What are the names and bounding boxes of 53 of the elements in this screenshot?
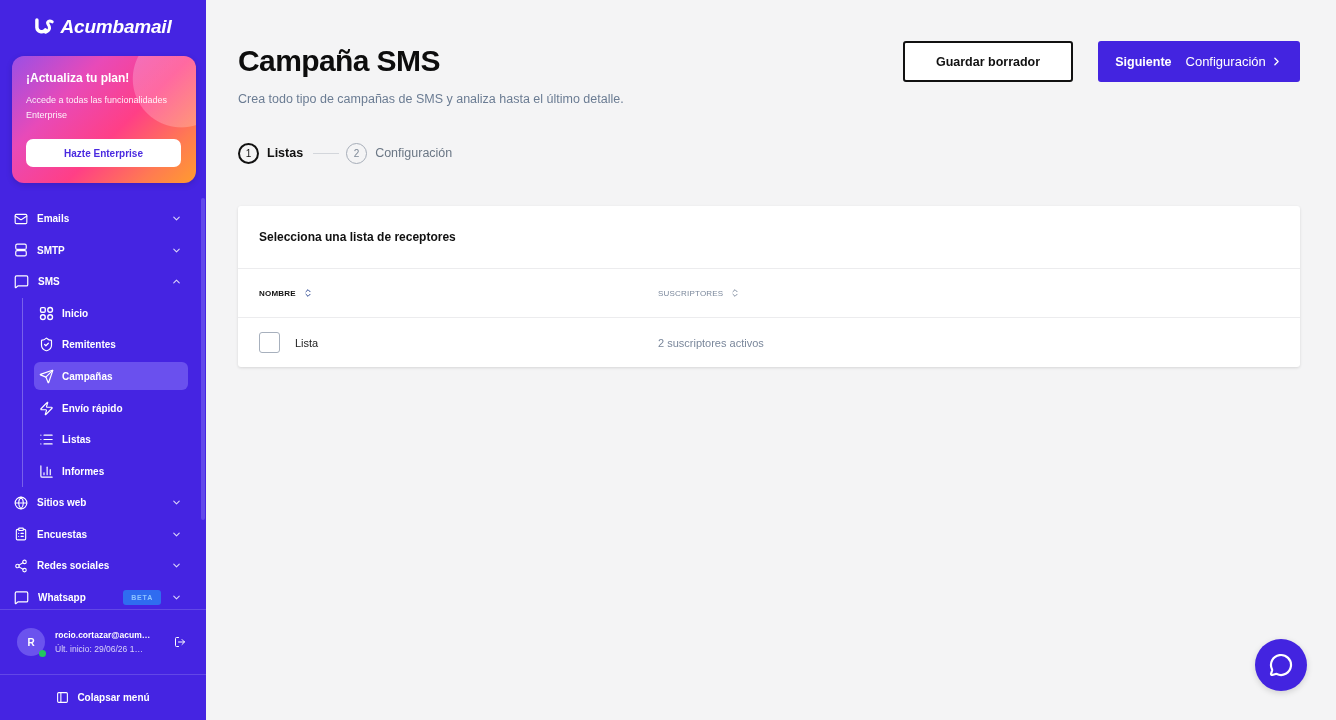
submenu-item[interactable]: Inicio — [34, 299, 188, 328]
menu-item[interactable]: Emails — [0, 203, 206, 235]
column-header[interactable]: SUSCRIPTORES — [658, 288, 741, 298]
logout-icon — [174, 636, 186, 648]
menu-item[interactable]: Encuestas — [0, 518, 206, 550]
upgrade-text: Accede a todas las funcionalidades Enterprise — [26, 94, 169, 122]
page-title: Campaña SMS — [238, 43, 441, 79]
list-icon — [39, 432, 54, 448]
share-icon — [14, 558, 28, 573]
avatar: R — [17, 628, 45, 656]
submenu-item[interactable]: Informes — [34, 457, 188, 486]
shield-check-icon — [39, 337, 54, 353]
grid-icon — [39, 305, 54, 321]
last-login-text: Últ. inicio: 29/06/26 1… — [55, 644, 144, 654]
chat-bubble-icon — [1269, 653, 1293, 677]
checkbox[interactable] — [259, 332, 280, 353]
logo-icon — [34, 17, 54, 37]
submenu-item[interactable]: Remitentes — [34, 330, 188, 359]
globe-icon — [14, 495, 28, 510]
upgrade-button[interactable]: Hazte Enterprise — [26, 139, 181, 167]
envelope-icon — [14, 211, 28, 226]
user-email: rocio.cortazar@acum… — [55, 630, 151, 640]
chat-button[interactable] — [1255, 639, 1307, 691]
step-number: 1 — [238, 142, 259, 164]
upgrade-title: ¡Actualiza tu plan! — [26, 70, 131, 86]
logout-button[interactable] — [174, 636, 186, 648]
menu-item[interactable]: SMS — [0, 266, 206, 298]
column-header[interactable]: NOMBRE — [259, 288, 313, 298]
paper-plane-icon — [39, 368, 54, 384]
scrollbar-thumb[interactable] — [201, 198, 205, 520]
menu-item[interactable]: SMTP — [0, 234, 206, 267]
brand-name: Acumbamail — [60, 16, 172, 38]
bar-chart-icon — [39, 463, 54, 479]
save-draft-button[interactable]: Guardar borrador — [903, 41, 1073, 82]
sort-icon — [730, 288, 741, 298]
sort-icon — [302, 288, 313, 298]
lightning-icon — [39, 400, 54, 416]
server-icon — [14, 243, 28, 258]
submenu-item[interactable]: Listas — [34, 425, 188, 454]
sidebar-panel-icon — [56, 691, 70, 704]
list-name: Lista — [295, 336, 319, 349]
step-label: Listas — [267, 146, 304, 160]
menu-item[interactable]: Sitios web — [0, 486, 206, 519]
step-label: Configuración — [375, 146, 453, 160]
next-button[interactable]: Siguiente Configuración — [1098, 41, 1300, 82]
page-subtitle: Crea todo tipo de campañas de SMS y analiza hasta el último detalle. — [238, 91, 624, 108]
card-title: Selecciona una lista de receptores — [238, 206, 1300, 269]
menu-item[interactable]: Redes sociales — [0, 549, 206, 582]
submenu-item[interactable]: Envío rápido — [34, 394, 188, 423]
collapse-menu-button[interactable]: Colapsar menú — [56, 691, 150, 704]
subscriber-count: 2 suscriptores activos — [658, 336, 765, 349]
submenu-item[interactable]: Campañas — [34, 362, 188, 391]
clipboard-icon — [14, 527, 28, 542]
